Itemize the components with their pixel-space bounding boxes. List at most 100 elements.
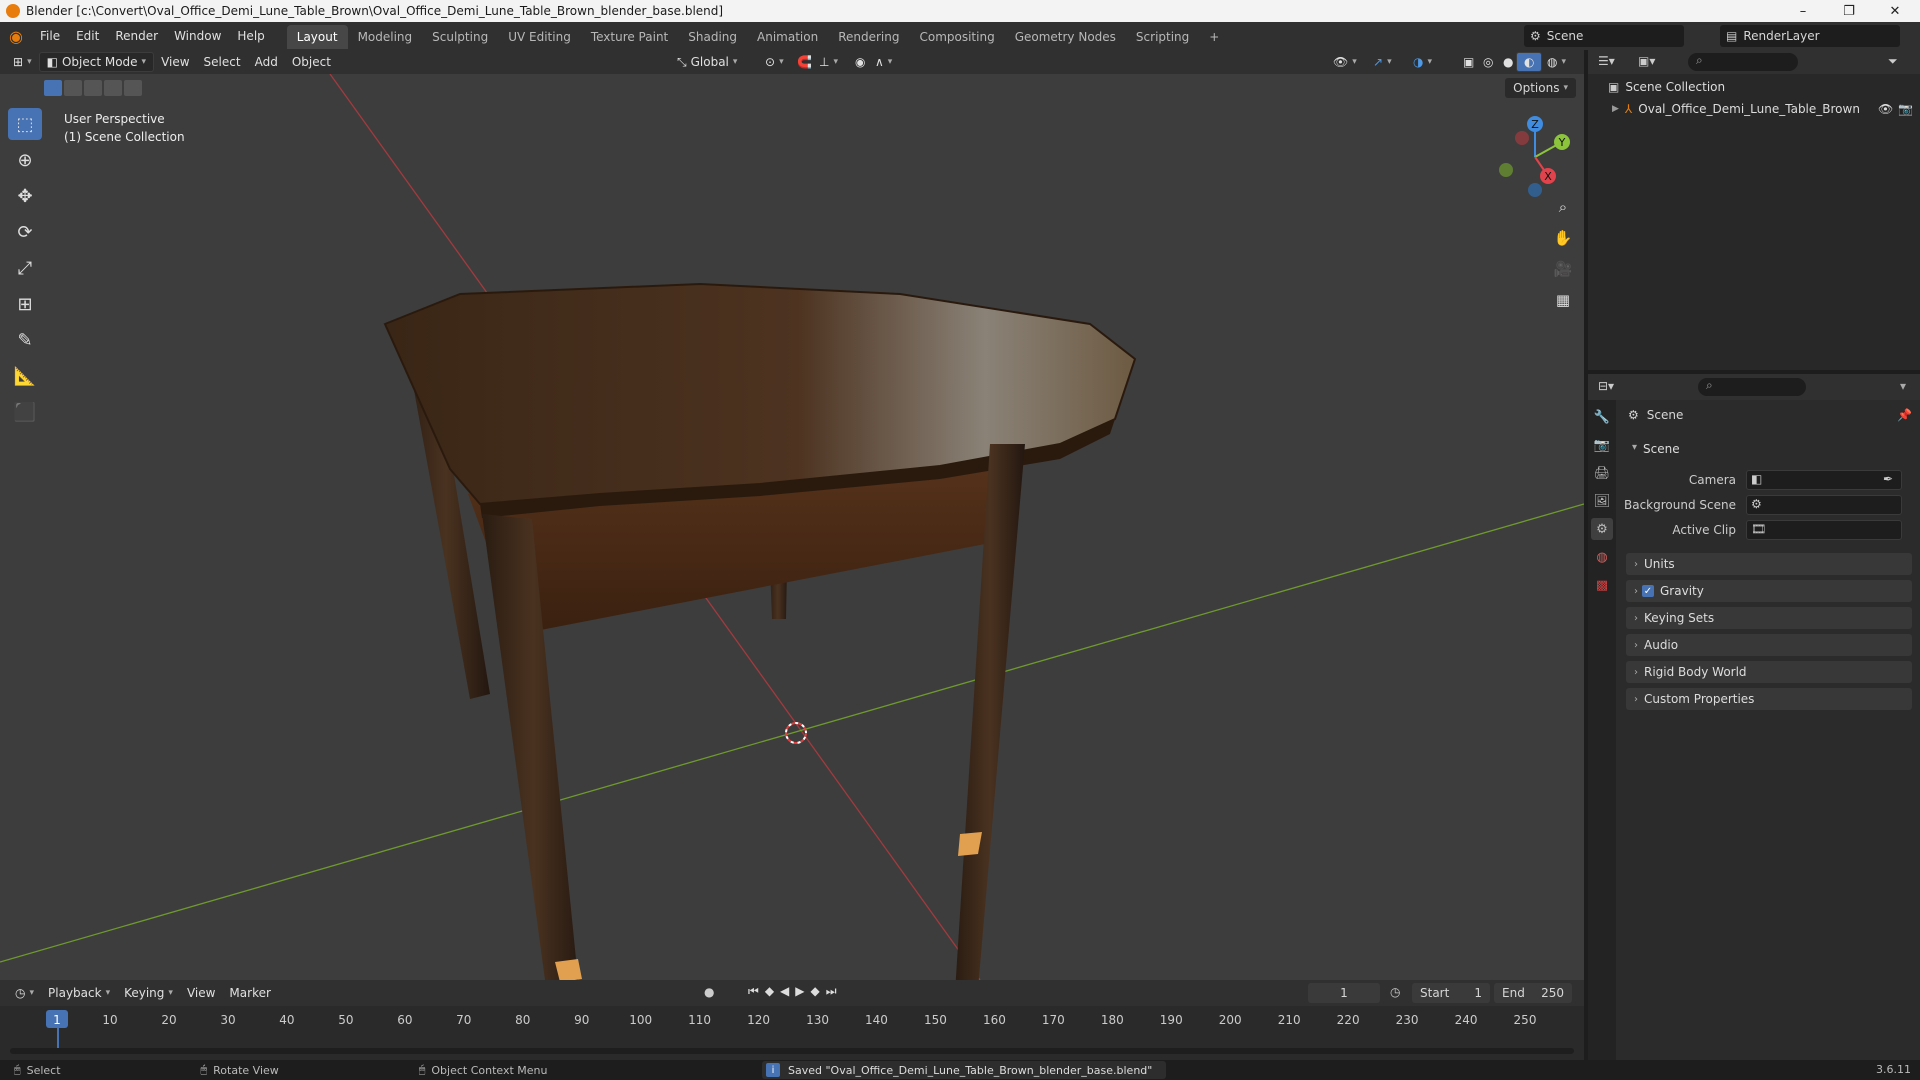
tab-rendering[interactable]: Rendering <box>828 25 909 49</box>
tab-compositing[interactable]: Compositing <box>909 25 1004 49</box>
select-extend-icon[interactable] <box>64 80 82 96</box>
zoom-icon[interactable]: ⌕ <box>1550 194 1576 220</box>
timeline-scrollbar[interactable] <box>10 1048 1574 1054</box>
menu-select[interactable]: Select <box>197 52 248 72</box>
tab-texture-paint[interactable]: Texture Paint <box>581 25 678 49</box>
gizmo-toggle-icon[interactable]: ↗ ▾ <box>1366 52 1399 72</box>
select-subtract-icon[interactable] <box>84 80 102 96</box>
3d-viewport[interactable]: User Perspective (1) Scene Collection Op… <box>0 74 1584 980</box>
tab-geometry-nodes[interactable]: Geometry Nodes <box>1005 25 1126 49</box>
menu-render[interactable]: Render <box>107 22 166 50</box>
display-mode-icon[interactable]: ▣▾ <box>1638 54 1655 68</box>
render-camera-icon[interactable]: 📷 <box>1898 102 1913 116</box>
tab-scripting[interactable]: Scripting <box>1126 25 1199 49</box>
rendered-shading-icon[interactable]: ◍ ▾ <box>1540 52 1573 72</box>
menu-object[interactable]: Object <box>285 52 338 72</box>
visibility-eye-icon[interactable]: 👁 <box>1878 102 1893 116</box>
select-new-icon[interactable] <box>44 80 62 96</box>
current-frame-field[interactable]: 1 <box>1308 983 1380 1003</box>
maximize-button[interactable]: ❐ <box>1826 0 1872 22</box>
menu-window[interactable]: Window <box>166 22 229 50</box>
marker-menu[interactable]: Marker <box>222 983 277 1003</box>
active-clip-field[interactable]: 🎞 <box>1746 520 1902 540</box>
falloff-icon[interactable]: ∧ ▾ <box>868 52 899 72</box>
tool-tab-icon[interactable]: 🔧 <box>1591 406 1613 428</box>
menu-view[interactable]: View <box>154 52 196 72</box>
select-invert-icon[interactable] <box>104 80 122 96</box>
timeline-view-menu[interactable]: View <box>180 983 222 1003</box>
jump-end-icon[interactable]: ⏭ <box>826 984 837 999</box>
world-tab-icon[interactable]: ◍ <box>1591 546 1613 568</box>
add-cube-tool-icon[interactable]: ⬛ <box>8 396 42 428</box>
material-shading-icon[interactable]: ◐ <box>1516 52 1543 72</box>
filter-icon[interactable]: ⏷ <box>1888 54 1898 69</box>
blender-menu-icon[interactable]: ◉ <box>0 27 32 46</box>
custom-properties-panel[interactable]: › Custom Properties <box>1626 688 1912 710</box>
tab-layout[interactable]: Layout <box>286 25 348 49</box>
snap-target-button[interactable]: ⊥ ▾ <box>812 52 845 72</box>
camera-field[interactable]: ◧ ✒ <box>1746 470 1902 490</box>
outliner-item[interactable]: ▶ ⅄ Oval_Office_Demi_Lune_Table_Brown 👁 … <box>1612 99 1913 119</box>
measure-tool-icon[interactable]: 📐 <box>8 360 42 392</box>
scene-selector[interactable]: ⚙ Scene <box>1524 25 1684 47</box>
add-workspace-button[interactable]: + <box>1199 25 1229 49</box>
outliner-search-input[interactable]: ⌕ <box>1688 53 1798 71</box>
keying-menu[interactable]: Keying ▾ <box>117 983 180 1003</box>
texture-tab-icon[interactable]: ▩ <box>1591 574 1613 596</box>
annotate-tool-icon[interactable]: ✎ <box>8 324 42 356</box>
eyedropper-icon[interactable]: ✒ <box>1883 472 1893 486</box>
background-scene-field[interactable]: ⚙ <box>1746 495 1902 515</box>
expand-arrow-icon[interactable]: ▶ <box>1612 104 1619 114</box>
start-frame-field[interactable]: Start 1 <box>1412 983 1490 1003</box>
menu-edit[interactable]: Edit <box>68 22 107 50</box>
audio-panel[interactable]: › Audio <box>1626 634 1912 656</box>
tab-sculpting[interactable]: Sculpting <box>422 25 498 49</box>
perspective-grid-icon[interactable]: ▦ <box>1550 287 1576 313</box>
select-box-tool-icon[interactable]: ⬚ <box>8 108 42 140</box>
record-keyframe-icon[interactable]: ● <box>704 985 714 999</box>
select-intersect-icon[interactable] <box>124 80 142 96</box>
scene-tab-icon[interactable]: ⚙ <box>1591 518 1613 540</box>
minimize-button[interactable]: – <box>1780 0 1826 22</box>
next-keyframe-icon[interactable]: ◆ <box>811 984 820 999</box>
properties-options-icon[interactable]: ▾ <box>1900 379 1906 393</box>
transform-orientation[interactable]: ⤡ Global ▾ <box>670 52 744 72</box>
tab-shading[interactable]: Shading <box>678 25 747 49</box>
view-layer-tab-icon[interactable]: 🖼 <box>1591 490 1613 512</box>
overlay-toggle-icon[interactable]: ◑ ▾ <box>1406 52 1439 72</box>
tab-animation[interactable]: Animation <box>747 25 828 49</box>
outliner-scene-collection[interactable]: ▣ Scene Collection <box>1608 80 1725 94</box>
keying-sets-panel[interactable]: › Keying Sets <box>1626 607 1912 629</box>
view-layer-selector[interactable]: ▤ RenderLayer <box>1720 25 1900 47</box>
jump-start-icon[interactable]: ⏮ <box>748 984 759 999</box>
timeline-editor-type-icon[interactable]: ◷ ▾ <box>8 983 41 1003</box>
units-panel[interactable]: › Units <box>1626 553 1912 575</box>
options-button[interactable]: Options ▾ <box>1505 78 1576 98</box>
move-tool-icon[interactable]: ✥ <box>8 180 42 212</box>
pivot-point-button[interactable]: ⊙ ▾ <box>758 52 791 72</box>
cursor-tool-icon[interactable]: ⊕ <box>8 144 42 176</box>
play-reverse-icon[interactable]: ◀ <box>780 984 789 999</box>
properties-editor-type-icon[interactable]: ⊟▾ <box>1598 379 1614 393</box>
output-tab-icon[interactable]: 🖨 <box>1591 462 1613 484</box>
menu-file[interactable]: File <box>32 22 68 50</box>
preview-range-icon[interactable]: ◷ <box>1390 985 1400 999</box>
transform-tool-icon[interactable]: ⊞ <box>8 288 42 320</box>
mode-selector[interactable]: ◧ Object Mode ▾ <box>38 52 155 72</box>
menu-help[interactable]: Help <box>229 22 272 50</box>
tab-modeling[interactable]: Modeling <box>348 25 423 49</box>
visibility-icon[interactable]: 👁 ▾ <box>1326 52 1364 72</box>
scale-tool-icon[interactable]: ⤢ <box>8 252 42 284</box>
prev-keyframe-icon[interactable]: ◆ <box>765 984 774 999</box>
gravity-panel[interactable]: › ✓ Gravity <box>1626 580 1912 602</box>
rigid-body-world-panel[interactable]: › Rigid Body World <box>1626 661 1912 683</box>
end-frame-field[interactable]: End 250 <box>1494 983 1572 1003</box>
rotate-tool-icon[interactable]: ⟳ <box>8 216 42 248</box>
editor-type-button[interactable]: ⊞ ▾ <box>6 52 39 72</box>
pin-icon[interactable]: 📌 <box>1897 408 1912 422</box>
camera-view-icon[interactable]: 🎥 <box>1550 256 1576 282</box>
play-icon[interactable]: ▶ <box>795 984 804 999</box>
gravity-checkbox[interactable]: ✓ <box>1642 585 1654 597</box>
scene-panel-header[interactable]: ▾ Scene <box>1632 442 1680 456</box>
save-report[interactable]: i Saved "Oval_Office_Demi_Lune_Table_Bro… <box>762 1061 1167 1079</box>
